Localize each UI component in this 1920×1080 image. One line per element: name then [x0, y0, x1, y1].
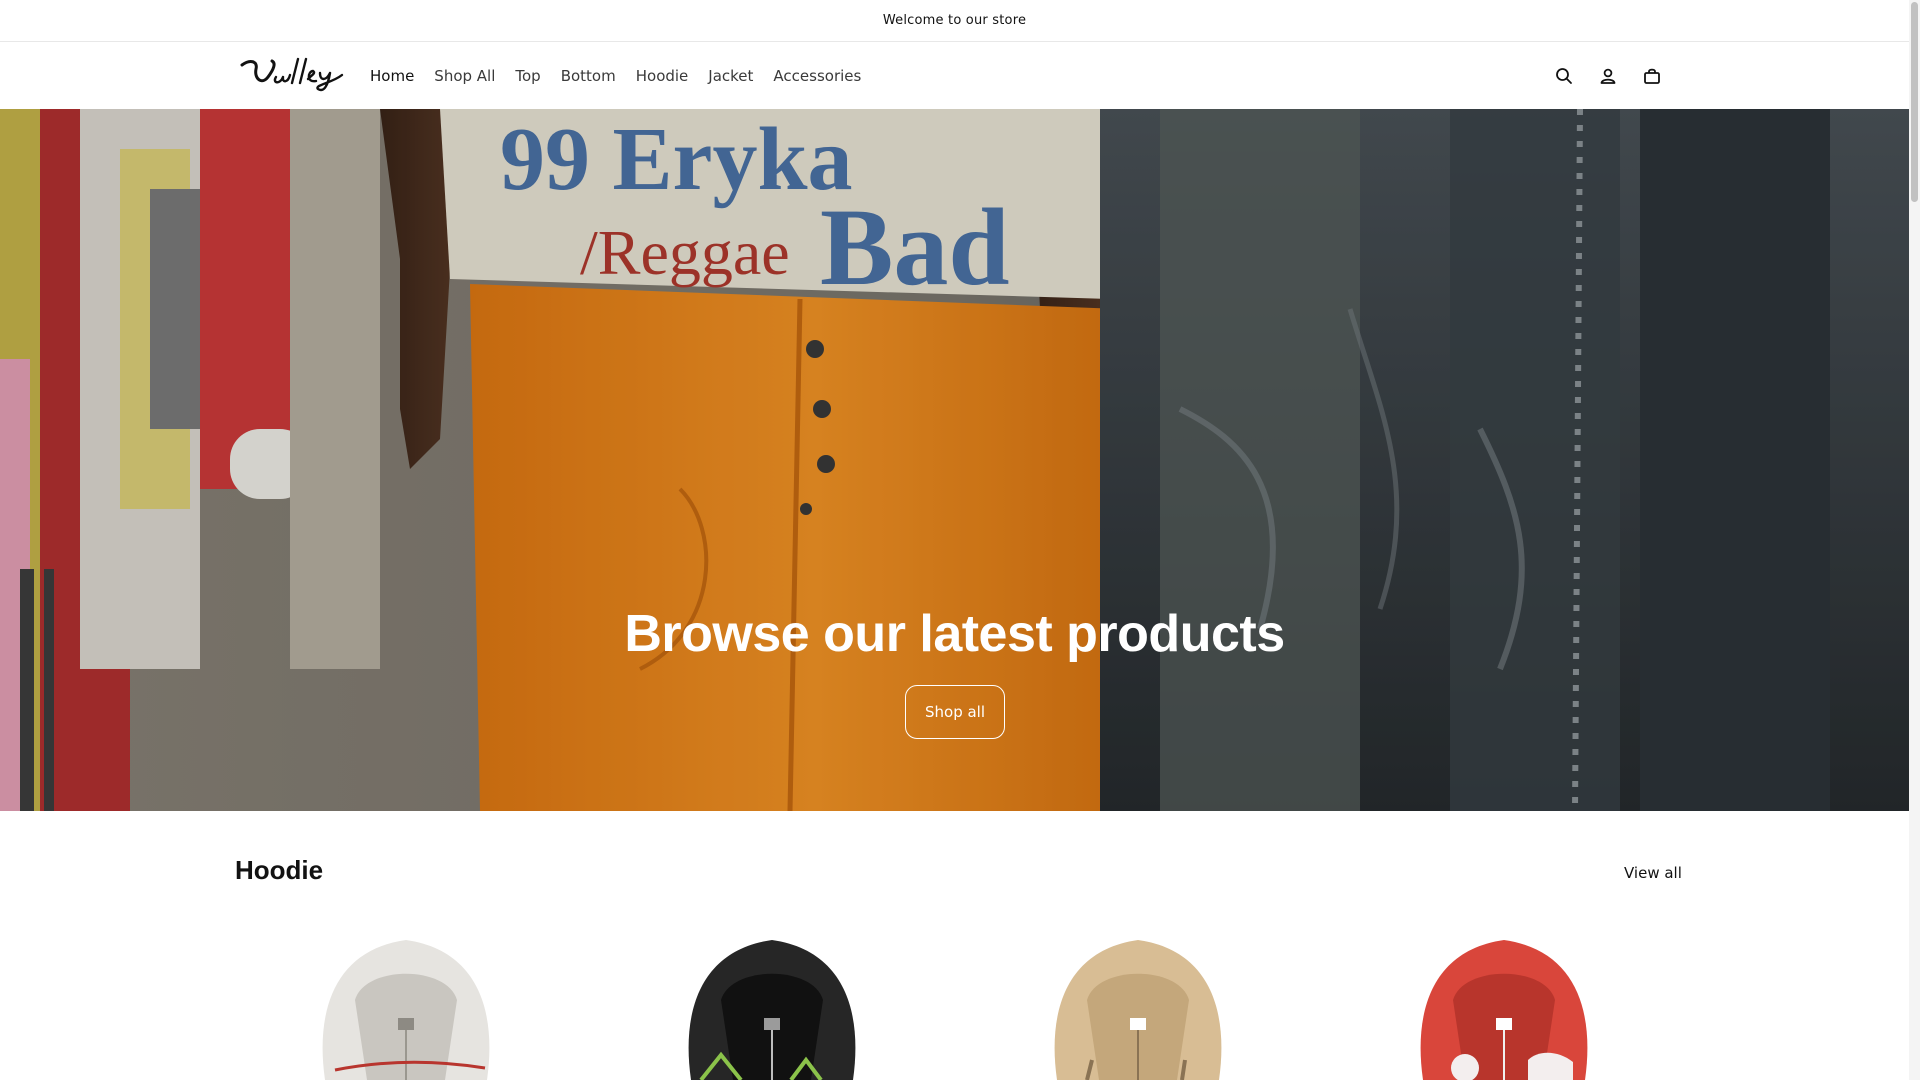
product-card[interactable] — [601, 910, 943, 1080]
section-title-hoodie: Hoodie — [235, 855, 324, 885]
hero-title: Browse our latest products — [624, 605, 1285, 663]
main-nav: Home Shop All Top Bottom Hoodie Jacket A… — [370, 43, 871, 109]
scrollbar-thumb[interactable] — [1911, 2, 1918, 202]
nav-jacket[interactable]: Jacket — [698, 67, 763, 85]
product-card[interactable] — [1333, 910, 1675, 1080]
logo-wordmark-icon — [240, 57, 344, 92]
cart-icon[interactable] — [1640, 64, 1664, 88]
nav-shop-all[interactable]: Shop All — [424, 67, 505, 85]
nav-bottom[interactable]: Bottom — [551, 67, 626, 85]
announcement-text: Welcome to our store — [882, 13, 1027, 28]
hoodie-image-icon — [322, 940, 490, 1080]
shop-all-button[interactable]: Shop all — [905, 685, 1005, 739]
product-card[interactable] — [235, 910, 577, 1080]
hero-banner: 99 Eryka /Reggae Bad Browse our latest p… — [0, 109, 1909, 811]
nav-top[interactable]: Top — [505, 67, 550, 85]
hoodie-image-icon — [1420, 940, 1588, 1080]
nav-home[interactable]: Home — [370, 67, 424, 85]
nav-accessories[interactable]: Accessories — [763, 67, 871, 85]
hoodie-image-icon — [688, 940, 856, 1080]
header-icons — [1552, 43, 1664, 109]
hoodie-image-icon — [1054, 940, 1222, 1080]
product-grid — [235, 910, 1675, 1080]
product-card[interactable] — [967, 910, 1309, 1080]
store-logo[interactable] — [236, 55, 346, 95]
announcement-bar: Welcome to our store — [0, 0, 1909, 42]
nav-hoodie[interactable]: Hoodie — [626, 67, 699, 85]
account-icon[interactable] — [1596, 64, 1620, 88]
search-icon[interactable] — [1552, 64, 1576, 88]
page-scrollbar[interactable] — [1909, 0, 1920, 1080]
site-header: Home Shop All Top Bottom Hoodie Jacket A… — [0, 43, 1909, 109]
view-all-link[interactable]: View all — [1624, 864, 1682, 882]
